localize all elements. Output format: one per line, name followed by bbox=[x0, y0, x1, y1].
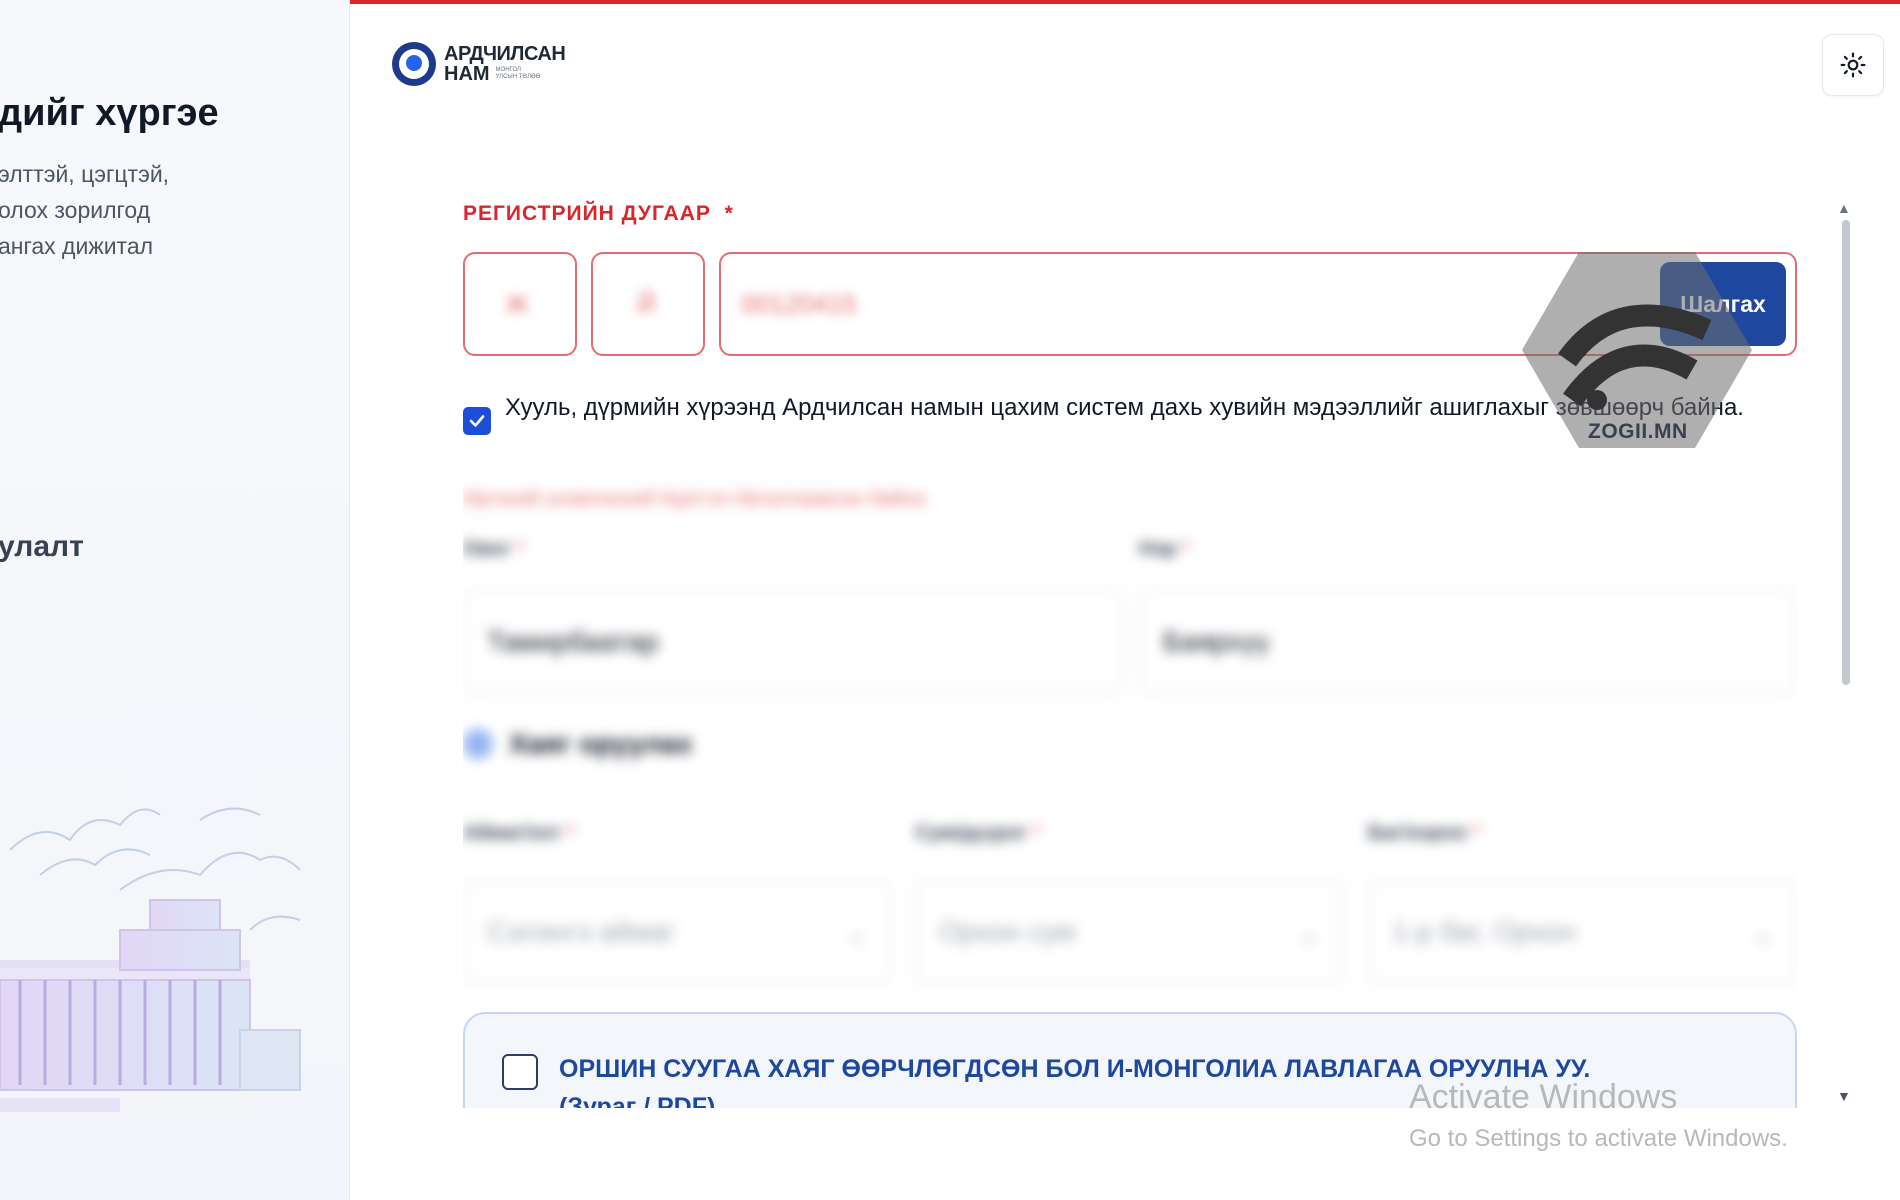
consent-checkbox[interactable] bbox=[463, 407, 491, 435]
party-logo[interactable]: АРДЧИЛСАН НАМ МОНГОЛ УЛСЫН ТӨЛӨӨ bbox=[392, 42, 566, 86]
firstname-label-text: Нэр bbox=[1139, 538, 1177, 560]
address-section-header: Хаяг оруулах bbox=[463, 728, 693, 760]
lastname-label: Овог * bbox=[463, 538, 525, 561]
hero-description-line: олох зорилгод bbox=[0, 197, 151, 223]
logo-line1: АРДЧИЛСАН bbox=[444, 43, 566, 65]
aimag-value: Сэлэнгэ аймаг bbox=[487, 916, 676, 947]
bag-label-text: Баг/хороо bbox=[1368, 822, 1467, 844]
lastname-value: Тамирбаатар bbox=[487, 626, 659, 657]
register-letter1-value: Ж bbox=[505, 289, 530, 319]
firstname-value: Баярхүү bbox=[1163, 626, 1270, 657]
hero-description: элттэй, цэгцтэй, олох зорилгод ангах диж… bbox=[0, 156, 169, 264]
top-accent-bar bbox=[350, 0, 1900, 4]
hero-subtitle: улалт bbox=[0, 530, 84, 563]
required-mark: * bbox=[1472, 822, 1481, 844]
aimag-select[interactable]: Сэлэнгэ аймаг ⌄ bbox=[463, 880, 891, 984]
logo-text: АРДЧИЛСАН НАМ МОНГОЛ УЛСЫН ТӨЛӨӨ bbox=[444, 43, 566, 84]
scrollbar-thumb[interactable] bbox=[1842, 220, 1850, 685]
register-digits-value: 00120415 bbox=[741, 289, 857, 319]
chevron-down-icon: ⌄ bbox=[1752, 921, 1773, 948]
activate-windows-subtitle: Go to Settings to activate Windows. bbox=[1409, 1125, 1788, 1152]
activate-windows-title: Activate Windows bbox=[1409, 1078, 1678, 1116]
chevron-down-icon: ⌄ bbox=[846, 921, 867, 948]
sum-select[interactable]: Орхон сум ⌄ bbox=[915, 880, 1343, 984]
required-mark: * bbox=[566, 822, 575, 844]
register-letter2-select[interactable]: Й bbox=[591, 252, 705, 356]
logo-line2-text: НАМ bbox=[444, 63, 490, 85]
required-mark: * bbox=[516, 538, 525, 560]
hero-description-line: ангах дижитал bbox=[0, 233, 154, 259]
party-emblem-icon bbox=[392, 42, 436, 86]
bag-label: Баг/хороо * bbox=[1368, 822, 1480, 845]
app-root: дийг хүргэе элттэй, цэгцтэй, олох зорилг… bbox=[0, 0, 1900, 1200]
verification-message: Иргэний үнэмлэхний бүртгэл баталгаажсан … bbox=[463, 488, 926, 510]
lastname-label-text: Овог bbox=[463, 538, 512, 560]
location-icon bbox=[463, 729, 493, 759]
sum-label: Сум/дүүрэг * bbox=[915, 822, 1040, 845]
firstname-label: Нэр * bbox=[1139, 538, 1190, 561]
hero-panel: дийг хүргэе элттэй, цэгцтэй, олох зорилг… bbox=[0, 0, 350, 1200]
address-section-title: Хаяг оруулах bbox=[509, 728, 693, 759]
sun-icon bbox=[1840, 52, 1866, 78]
hero-title: дийг хүргэе bbox=[0, 92, 219, 134]
chevron-down-icon: ⌄ bbox=[1298, 921, 1319, 948]
address-change-checkbox[interactable] bbox=[502, 1054, 538, 1090]
firstname-input[interactable]: Баярхүү bbox=[1139, 590, 1797, 694]
logo-tagline: МОНГОЛ УЛСЫН ТӨЛӨӨ bbox=[495, 67, 541, 80]
hero-description-line: элттэй, цэгцтэй, bbox=[0, 161, 170, 187]
sum-label-text: Сум/дүүрэг bbox=[915, 822, 1027, 844]
aimag-label: Аймаг/хот * bbox=[463, 822, 575, 845]
watermark-text: ZOGII.MN bbox=[1588, 420, 1688, 443]
bag-value: 1-р баг, Орхон bbox=[1392, 916, 1576, 947]
register-number-label: РЕГИСТРИЙН ДУГААР * bbox=[463, 202, 734, 226]
sum-value: Орхон сум bbox=[939, 916, 1076, 947]
register-number-label-text: РЕГИСТРИЙН ДУГААР bbox=[463, 202, 711, 225]
bag-select[interactable]: 1-р баг, Орхон ⌄ bbox=[1368, 880, 1797, 984]
checkmark-icon bbox=[469, 415, 485, 427]
scroll-up-arrow[interactable]: ▲ bbox=[1837, 200, 1851, 216]
required-mark: * bbox=[1032, 822, 1041, 844]
lastname-input[interactable]: Тамирбаатар bbox=[463, 590, 1123, 694]
scroll-down-arrow[interactable]: ▼ bbox=[1837, 1088, 1851, 1104]
logo-line2: НАМ МОНГОЛ УЛСЫН ТӨЛӨӨ bbox=[444, 64, 565, 84]
required-mark: * bbox=[1182, 538, 1191, 560]
government-palace-illustration bbox=[0, 807, 301, 1112]
register-letter2-value: Й bbox=[637, 289, 656, 319]
register-letter1-select[interactable]: Ж bbox=[463, 252, 577, 356]
required-mark: * bbox=[724, 202, 734, 225]
theme-toggle-button[interactable] bbox=[1822, 34, 1884, 96]
aimag-label-text: Аймаг/хот bbox=[463, 822, 562, 844]
